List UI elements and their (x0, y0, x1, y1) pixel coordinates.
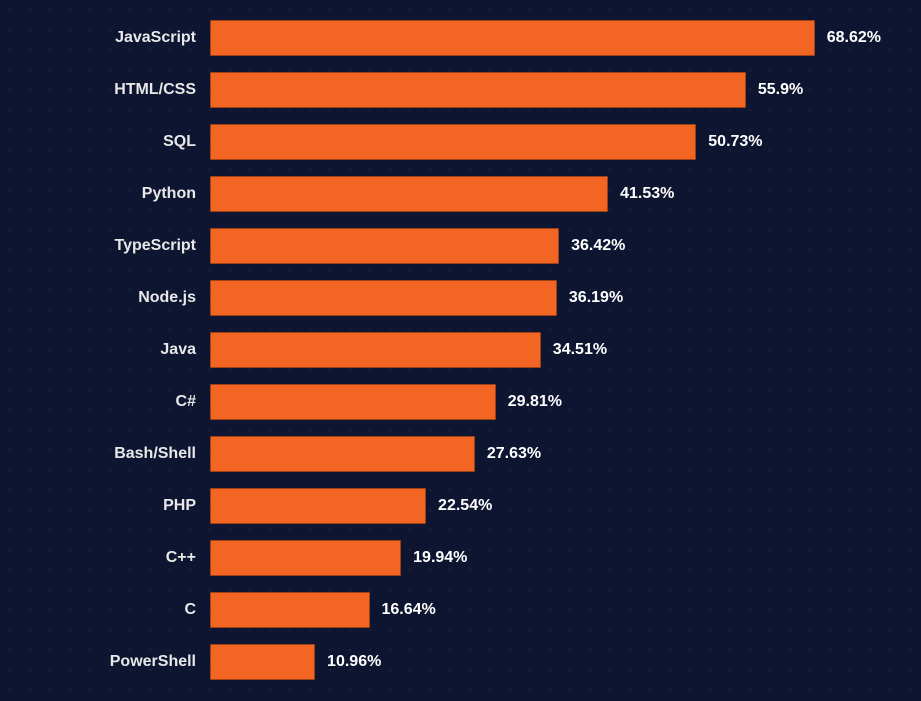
bar-area: 36.42% (210, 228, 881, 264)
bar-area: 29.81% (210, 384, 881, 420)
bar-area: 27.63% (210, 436, 881, 472)
category-label: C (20, 601, 210, 619)
chart-row: PHP 22.54% (20, 488, 881, 524)
bar-area: 68.62% (210, 20, 881, 56)
category-label: PHP (20, 497, 210, 515)
value-label: 22.54% (438, 497, 492, 515)
category-label: SQL (20, 133, 210, 151)
category-label: Node.js (20, 289, 210, 307)
value-label: 16.64% (382, 601, 436, 619)
value-label: 10.96% (327, 653, 381, 671)
value-label: 68.62% (827, 29, 881, 47)
bar (210, 20, 815, 56)
chart-row: Bash/Shell 27.63% (20, 436, 881, 472)
value-label: 36.42% (571, 237, 625, 255)
value-label: 19.94% (413, 549, 467, 567)
chart-row: Node.js 36.19% (20, 280, 881, 316)
category-label: C# (20, 393, 210, 411)
chart-row: PowerShell 10.96% (20, 644, 881, 680)
value-label: 27.63% (487, 445, 541, 463)
bar-area: 50.73% (210, 124, 881, 160)
bar (210, 436, 475, 472)
bar-area: 22.54% (210, 488, 881, 524)
bar (210, 228, 559, 264)
value-label: 50.73% (708, 133, 762, 151)
value-label: 55.9% (758, 81, 803, 99)
chart-row: C# 29.81% (20, 384, 881, 420)
category-label: HTML/CSS (20, 81, 210, 99)
category-label: PowerShell (20, 653, 210, 671)
value-label: 41.53% (620, 185, 674, 203)
value-label: 34.51% (553, 341, 607, 359)
category-label: Python (20, 185, 210, 203)
bar (210, 644, 315, 680)
chart-row: C++ 19.94% (20, 540, 881, 576)
category-label: Bash/Shell (20, 445, 210, 463)
bar (210, 72, 746, 108)
bar (210, 280, 557, 316)
bar (210, 488, 426, 524)
bar-area: 19.94% (210, 540, 881, 576)
chart-row: C 16.64% (20, 592, 881, 628)
bar-area: 16.64% (210, 592, 881, 628)
bar (210, 384, 496, 420)
category-label: C++ (20, 549, 210, 567)
chart-row: Python 41.53% (20, 176, 881, 212)
chart-row: Java 34.51% (20, 332, 881, 368)
bar (210, 540, 401, 576)
chart-row: HTML/CSS 55.9% (20, 72, 881, 108)
category-label: JavaScript (20, 29, 210, 47)
value-label: 36.19% (569, 289, 623, 307)
bar (210, 592, 370, 628)
bar (210, 332, 541, 368)
bar (210, 176, 608, 212)
value-label: 29.81% (508, 393, 562, 411)
bar-chart: JavaScript 68.62% HTML/CSS 55.9% SQL 50.… (20, 20, 881, 680)
bar-area: 10.96% (210, 644, 881, 680)
bar-area: 41.53% (210, 176, 881, 212)
bar (210, 124, 696, 160)
chart-row: JavaScript 68.62% (20, 20, 881, 56)
bar-area: 34.51% (210, 332, 881, 368)
chart-row: SQL 50.73% (20, 124, 881, 160)
bar-area: 36.19% (210, 280, 881, 316)
category-label: TypeScript (20, 237, 210, 255)
chart-row: TypeScript 36.42% (20, 228, 881, 264)
category-label: Java (20, 341, 210, 359)
bar-area: 55.9% (210, 72, 881, 108)
